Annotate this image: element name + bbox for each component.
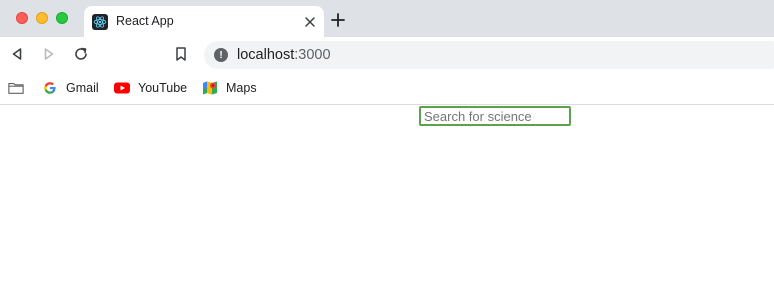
browser-window: React App ! localhost:3000 Gmail YouTube… — [0, 0, 774, 292]
bookmark-folder[interactable] — [8, 79, 32, 97]
react-icon — [92, 14, 108, 30]
close-tab-icon[interactable] — [302, 14, 318, 30]
maps-icon — [202, 80, 218, 96]
address-url: localhost:3000 — [237, 47, 331, 63]
reload-icon[interactable] — [71, 44, 91, 64]
tab-title: React App — [116, 14, 174, 28]
back-icon[interactable] — [7, 44, 27, 64]
address-bar[interactable]: ! localhost:3000 — [204, 41, 774, 69]
minimize-window-button[interactable] — [36, 12, 48, 24]
bookmark-label: Maps — [226, 81, 257, 95]
google-icon — [42, 80, 58, 96]
bookmark-label: YouTube — [138, 81, 188, 95]
info-icon[interactable]: ! — [214, 48, 228, 62]
youtube-icon — [114, 80, 130, 96]
bookmark-youtube[interactable]: YouTube — [114, 79, 187, 97]
address-port: :3000 — [294, 47, 331, 63]
close-window-button[interactable] — [16, 12, 28, 24]
bookmark-maps[interactable]: Maps — [202, 79, 257, 97]
bookmark-gmail[interactable]: Gmail — [42, 79, 99, 97]
page-content — [0, 105, 774, 292]
forward-icon[interactable] — [39, 44, 59, 64]
bookmark-label: Gmail — [66, 81, 99, 95]
search-input[interactable] — [419, 106, 571, 126]
browser-toolbar: ! localhost:3000 — [0, 37, 774, 71]
tab-react-app[interactable]: React App — [84, 6, 324, 37]
bookmarks-bar: Gmail YouTube Maps — [0, 71, 774, 105]
maximize-window-button[interactable] — [56, 12, 68, 24]
new-tab-icon[interactable] — [328, 10, 348, 30]
bookmark-icon[interactable] — [171, 44, 191, 64]
tab-strip: React App — [0, 0, 774, 37]
folder-icon — [8, 80, 24, 96]
address-host: localhost — [237, 47, 295, 63]
